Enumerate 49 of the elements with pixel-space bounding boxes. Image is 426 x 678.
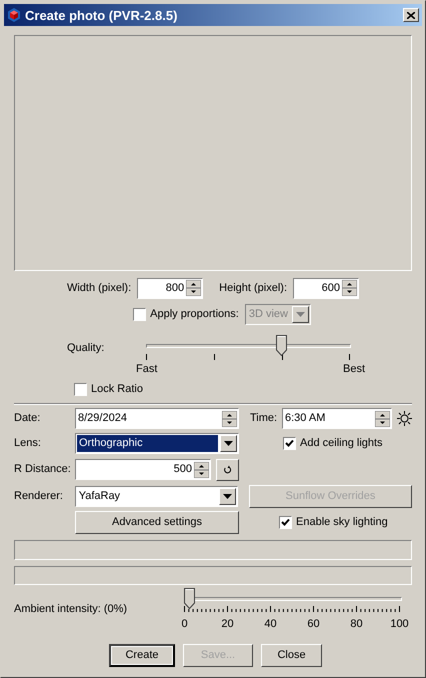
field-label: Lens: <box>14 437 42 450</box>
field-label: R Distance: <box>14 463 72 476</box>
tick-label: 60 <box>307 618 320 631</box>
slider-thumb[interactable] <box>276 335 287 356</box>
close-icon[interactable] <box>403 8 419 22</box>
checkbox-label: Enable sky lighting <box>296 516 388 529</box>
slider-max-label: Best <box>342 363 365 376</box>
height-field[interactable]: 600 <box>293 278 360 298</box>
reset-icon[interactable] <box>216 458 239 480</box>
sun-icon[interactable] <box>397 411 412 426</box>
push-button[interactable]: Close <box>261 644 322 667</box>
tick-label: 40 <box>264 618 277 631</box>
dropdown[interactable]: Orthographic <box>75 433 239 454</box>
field-label: Height (pixel): <box>219 282 288 294</box>
slider-label: Quality: <box>66 341 106 355</box>
push-button[interactable]: Advanced settings <box>75 511 239 534</box>
checkbox-label: Add ceiling lights <box>300 437 383 450</box>
slider-min-label: Fast <box>136 363 158 376</box>
dropdown[interactable]: YafaRay <box>74 486 238 507</box>
window-title: Create photo (PVR-2.8.5) <box>25 8 178 22</box>
slider[interactable] <box>184 588 402 609</box>
checkbox-label: Apply proportions: <box>150 308 239 321</box>
spin-buttons-icon[interactable] <box>186 280 202 296</box>
cube-icon <box>7 8 21 22</box>
checkbox[interactable] <box>283 437 296 450</box>
checkbox[interactable] <box>279 516 292 529</box>
spin-buttons-icon[interactable] <box>342 280 358 296</box>
slider[interactable] <box>146 335 351 356</box>
field-label: Date: <box>14 412 42 425</box>
tick-label: 80 <box>350 618 363 631</box>
checkbox[interactable] <box>133 308 146 321</box>
spin-buttons-icon[interactable] <box>375 410 390 426</box>
push-button[interactable]: Create <box>109 644 175 667</box>
slider-thumb[interactable] <box>184 588 195 609</box>
spin-buttons-icon[interactable] <box>194 462 209 478</box>
field-label: Renderer: <box>14 490 64 503</box>
tick-label: 100 <box>390 618 409 631</box>
field-label: Width (pixel): <box>66 282 132 294</box>
checkbox-label: Lock Ratio <box>91 383 143 396</box>
time-field[interactable]: 6:30 AM <box>282 408 392 429</box>
tick-label: 0 <box>181 618 188 631</box>
tick-label: 20 <box>221 618 234 631</box>
checkbox[interactable] <box>74 383 87 396</box>
field-label: Time: <box>250 412 278 425</box>
spin-buttons-icon[interactable] <box>222 410 237 426</box>
slider-label: Ambient intensity: (0%) <box>14 602 128 617</box>
distance-field[interactable]: 500 <box>75 459 211 480</box>
date-field[interactable]: 8/29/2024 <box>75 408 239 429</box>
width-field[interactable]: 800 <box>137 278 204 298</box>
